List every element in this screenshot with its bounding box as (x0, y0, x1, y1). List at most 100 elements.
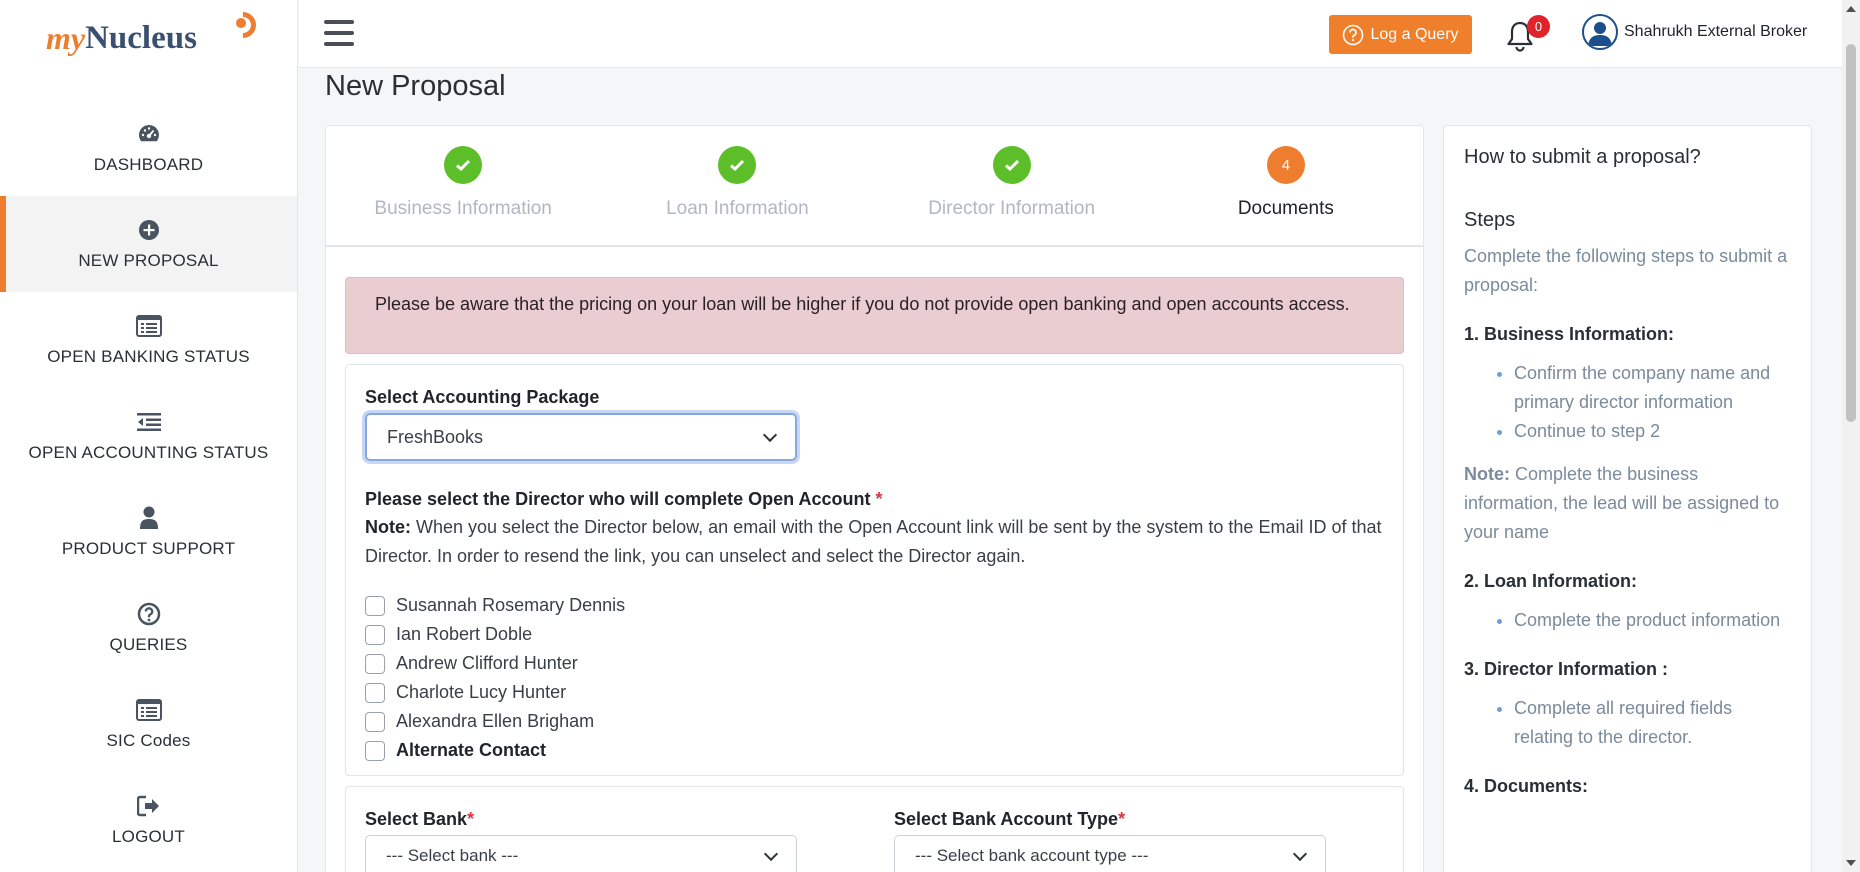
list-icon (135, 697, 162, 723)
step-number: 4 (1266, 146, 1305, 184)
page-title: New Proposal (325, 70, 506, 102)
dashboard-icon (136, 121, 162, 147)
top-bar: Log a Query 0 Shahrukh External Broker (299, 0, 1842, 68)
step-documents[interactable]: 4 Documents (1149, 126, 1423, 245)
question-circle-icon (136, 601, 162, 627)
select-bank-account-type-label: Select Bank Account Type* (894, 809, 1326, 830)
pricing-warning-alert: Please be aware that the pricing on your… (345, 277, 1404, 354)
sidebar-item-label: PRODUCT SUPPORT (61, 539, 236, 558)
alternate-contact-row[interactable]: Alternate Contact (365, 736, 1384, 765)
accounting-package-label: Select Accounting Package (365, 387, 600, 407)
scroll-down-icon[interactable] (1846, 860, 1856, 866)
director-checkbox-row[interactable]: Alexandra Ellen Brigham (365, 707, 1384, 736)
select-bank-dropdown[interactable]: --- Select bank --- (365, 835, 797, 872)
list-item: Complete the product information (1514, 606, 1791, 635)
select-bank-account-type-dropdown[interactable]: --- Select bank account type --- (894, 835, 1326, 872)
logout-icon (136, 793, 162, 819)
help-step-4-title: 4. Documents: (1464, 776, 1589, 796)
director-heading-text: Please select the Director who will comp… (365, 489, 871, 509)
director-checkbox[interactable] (365, 595, 385, 616)
sidebar-item-open-accounting-status[interactable]: OPEN ACCOUNTING STATUS (0, 388, 297, 484)
scroll-thumb[interactable] (1846, 44, 1856, 422)
alternate-contact-checkbox[interactable] (365, 740, 385, 761)
director-name: Ian Robert Doble (396, 624, 533, 644)
notification-count-badge: 0 (1527, 15, 1550, 38)
sidebar-item-label: LOGOUT (112, 827, 185, 846)
help-step-2-title: 2. Loan Information: (1464, 571, 1637, 591)
required-mark: * (875, 489, 883, 509)
sidebar-item-sic-codes[interactable]: SIC Codes (0, 676, 297, 772)
required-mark: * (467, 809, 475, 829)
help-step-1-list: Confirm the company name and primary dir… (1514, 359, 1791, 446)
select-bank-account-type-placeholder: --- Select bank account type --- (915, 846, 1149, 865)
accounting-package-select[interactable]: FreshBooks (365, 413, 797, 461)
sidebar-item-new-proposal[interactable]: NEW PROPOSAL (0, 196, 297, 292)
sidebar: my Nucleus DASHBOARD NEW PROPOSAL OPEN BA… (0, 0, 298, 872)
director-name: Susannah Rosemary Dennis (396, 595, 626, 615)
indent-icon (136, 409, 162, 435)
bank-column: Select Bank* --- Select bank --- (365, 809, 797, 872)
director-select-heading: Please select the Director who will comp… (365, 489, 1384, 510)
step-label: Documents (1237, 198, 1334, 219)
director-checkbox-row[interactable]: Ian Robert Doble (365, 620, 1384, 649)
director-checkbox-row[interactable]: Andrew Clifford Hunter (365, 649, 1384, 678)
director-checkbox[interactable] (365, 711, 385, 732)
mynucleus-logo[interactable]: my Nucleus (0, 0, 297, 76)
user-icon (136, 505, 162, 531)
help-note-text: Complete the business information, the l… (1464, 464, 1780, 542)
user-menu[interactable]: Shahrukh External Broker (1582, 14, 1807, 50)
log-query-button[interactable]: Log a Query (1329, 15, 1472, 54)
sidebar-item-queries[interactable]: QUERIES (0, 580, 297, 676)
director-checkbox-row[interactable]: Charlote Lucy Hunter (365, 678, 1384, 707)
step-label: Director Information (928, 198, 1096, 219)
list-item: Confirm the company name and primary dir… (1514, 359, 1791, 417)
required-mark: * (1118, 809, 1126, 829)
check-icon (444, 146, 483, 184)
list-icon (135, 313, 162, 339)
list-item: Continue to step 2 (1514, 417, 1791, 446)
note-label: Note: (365, 517, 411, 537)
director-checkbox[interactable] (365, 682, 385, 703)
help-note: Note: Complete the business information,… (1464, 460, 1791, 547)
director-checkbox[interactable] (365, 624, 385, 645)
help-step-3-list: Complete all required fields relating to… (1514, 694, 1791, 752)
plus-circle-icon (136, 217, 162, 243)
sidebar-item-logout[interactable]: LOGOUT (0, 772, 297, 868)
sidebar-item-label: NEW PROPOSAL (78, 251, 219, 270)
scroll-up-icon[interactable] (1846, 6, 1856, 12)
accounting-panel: Select Accounting Package FreshBooks Ple… (345, 364, 1404, 776)
step-director-information[interactable]: Director Information (875, 126, 1149, 245)
help-step-3-title: 3. Director Information : (1464, 659, 1669, 679)
sidebar-item-label: QUERIES (109, 635, 188, 654)
logo-my-text: my (46, 19, 86, 56)
step-label: Loan Information (666, 198, 809, 219)
logo-nucleus-text: Nucleus (85, 19, 197, 56)
director-checkbox[interactable] (365, 653, 385, 674)
step-business-information[interactable]: Business Information (326, 126, 600, 245)
sidebar-item-dashboard[interactable]: DASHBOARD (0, 100, 297, 196)
chevron-down-icon (763, 846, 779, 861)
menu-toggle-icon[interactable] (324, 20, 354, 46)
page-scrollbar[interactable] (1842, 0, 1860, 872)
help-step-1-title: 1. Business Information: (1464, 324, 1675, 344)
proposal-stepper: Business Information Loan Information Di… (326, 126, 1423, 247)
chevron-down-icon (1292, 846, 1308, 861)
sidebar-item-label: DASHBOARD (93, 155, 204, 174)
director-checkbox-row[interactable]: Susannah Rosemary Dennis (365, 591, 1384, 620)
director-name: Andrew Clifford Hunter (396, 653, 578, 673)
logo-dot-icon (236, 18, 246, 28)
step-loan-information[interactable]: Loan Information (600, 126, 874, 245)
help-step-2-list: Complete the product information (1514, 606, 1791, 635)
question-circle-icon (1343, 24, 1364, 45)
sidebar-item-product-support[interactable]: PRODUCT SUPPORT (0, 484, 297, 580)
sidebar-item-label: OPEN ACCOUNTING STATUS (28, 443, 269, 462)
help-panel: How to submit a proposal? Steps Complete… (1443, 125, 1812, 872)
check-icon (992, 146, 1031, 184)
select-bank-placeholder: --- Select bank --- (386, 846, 519, 865)
select-bank-label: Select Bank* (365, 809, 797, 830)
sidebar-item-open-banking-status[interactable]: OPEN BANKING STATUS (0, 292, 297, 388)
help-title: How to submit a proposal? (1464, 146, 1701, 168)
accounting-package-value: FreshBooks (387, 426, 484, 447)
user-name: Shahrukh External Broker (1624, 23, 1808, 40)
help-steps-heading: Steps (1464, 209, 1516, 231)
